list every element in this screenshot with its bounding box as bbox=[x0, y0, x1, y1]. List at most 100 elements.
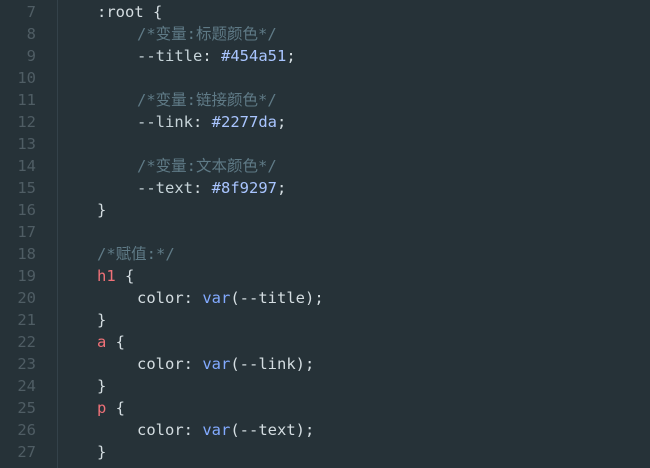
code-token: ; bbox=[277, 179, 287, 197]
code-line[interactable]: 15 --text: #8f9297; bbox=[0, 177, 650, 199]
line-number: 26 bbox=[17, 421, 36, 439]
line-number: 21 bbox=[17, 311, 36, 329]
code-token: { bbox=[106, 333, 126, 351]
code-line[interactable]: 11 /*变量:链接颜色*/ bbox=[0, 89, 650, 111]
code-line[interactable]: 14 /*变量:文本颜色*/ bbox=[0, 155, 650, 177]
line-number: 17 bbox=[17, 223, 36, 241]
code-line[interactable]: 25 p { bbox=[0, 397, 650, 419]
code-line[interactable]: 27} bbox=[0, 441, 650, 463]
code-token: { bbox=[106, 399, 126, 417]
code-token: var bbox=[202, 289, 231, 307]
code-token: ; bbox=[286, 47, 296, 65]
code-text[interactable]: /*赋值:*/ bbox=[97, 243, 175, 265]
code-text[interactable]: --text: #8f9297; bbox=[137, 177, 286, 199]
code-line[interactable]: 24} bbox=[0, 375, 650, 397]
code-line[interactable]: 9 --title: #454a51; bbox=[0, 45, 650, 67]
line-number: 22 bbox=[17, 333, 36, 351]
code-line[interactable]: 8 /*变量:标题颜色*/ bbox=[0, 23, 650, 45]
code-text[interactable]: } bbox=[97, 441, 106, 463]
code-line[interactable]: 13 bbox=[0, 133, 650, 155]
code-token: : bbox=[193, 113, 212, 131]
code-text[interactable]: --link: #2277da; bbox=[137, 111, 286, 133]
code-token: { bbox=[153, 3, 163, 21]
code-line[interactable]: 23 color: var(--link); bbox=[0, 353, 650, 375]
code-token: /*赋值:*/ bbox=[97, 245, 175, 263]
code-token: } bbox=[97, 201, 107, 219]
line-number: 16 bbox=[17, 201, 36, 219]
line-number: 15 bbox=[17, 179, 36, 197]
code-text[interactable]: --title: #454a51; bbox=[137, 45, 296, 67]
line-number: 24 bbox=[17, 377, 36, 395]
code-token: var bbox=[202, 355, 231, 373]
code-line[interactable]: 17 bbox=[0, 221, 650, 243]
code-text[interactable]: } bbox=[97, 375, 106, 397]
code-token: --text bbox=[137, 179, 193, 197]
code-token: { bbox=[115, 267, 135, 285]
code-token: : bbox=[183, 355, 203, 373]
code-token: /*变量:标题颜色*/ bbox=[137, 25, 277, 43]
line-number: 23 bbox=[17, 355, 36, 373]
code-line[interactable]: 21} bbox=[0, 309, 650, 331]
line-number: 9 bbox=[26, 47, 36, 65]
line-number: 12 bbox=[17, 113, 36, 131]
code-token: : bbox=[202, 47, 221, 65]
code-token: } bbox=[97, 311, 107, 329]
code-token: } bbox=[97, 377, 107, 395]
code-text[interactable]: color: var(--link); bbox=[137, 353, 314, 375]
code-token: : bbox=[183, 289, 203, 307]
code-text[interactable]: } bbox=[97, 309, 106, 331]
line-number: 10 bbox=[17, 69, 36, 87]
line-number: 18 bbox=[17, 245, 36, 263]
line-number: 8 bbox=[26, 25, 36, 43]
code-token: h1 bbox=[97, 267, 116, 285]
code-token: : bbox=[183, 421, 203, 439]
code-line[interactable]: 20 color: var(--title); bbox=[0, 287, 650, 309]
line-number: 14 bbox=[17, 157, 36, 175]
code-token: --title bbox=[137, 47, 203, 65]
code-token: color bbox=[137, 355, 184, 373]
code-token: (--text); bbox=[230, 421, 315, 439]
line-number: 25 bbox=[17, 399, 36, 417]
code-token: :root bbox=[97, 3, 153, 21]
line-number: 13 bbox=[17, 135, 36, 153]
code-token: #8f9297 bbox=[211, 179, 277, 197]
line-number: 19 bbox=[17, 267, 36, 285]
code-text[interactable]: /*变量:文本颜色*/ bbox=[137, 155, 277, 177]
code-token: /*变量:文本颜色*/ bbox=[137, 157, 277, 175]
code-line[interactable]: 26 color: var(--text); bbox=[0, 419, 650, 441]
code-token: /*变量:链接颜色*/ bbox=[137, 91, 277, 109]
code-token: (--link); bbox=[230, 355, 315, 373]
code-text[interactable]: color: var(--title); bbox=[137, 287, 324, 309]
line-number: 7 bbox=[26, 3, 36, 21]
code-token: p bbox=[97, 399, 107, 417]
code-text[interactable]: :root { bbox=[97, 1, 162, 23]
code-token: var bbox=[202, 421, 231, 439]
code-token: a bbox=[97, 333, 107, 351]
code-line[interactable]: 12 --link: #2277da; bbox=[0, 111, 650, 133]
code-token: --link bbox=[137, 113, 193, 131]
code-line[interactable]: 16} bbox=[0, 199, 650, 221]
code-token: } bbox=[97, 443, 107, 461]
line-number: 27 bbox=[17, 443, 36, 461]
code-text[interactable]: h1 { bbox=[97, 265, 134, 287]
code-token: ; bbox=[277, 113, 287, 131]
code-line[interactable]: 7 :root { bbox=[0, 1, 650, 23]
code-text[interactable]: p { bbox=[97, 397, 125, 419]
code-text[interactable]: } bbox=[97, 199, 106, 221]
code-token: color bbox=[137, 421, 184, 439]
code-text[interactable]: /*变量:标题颜色*/ bbox=[137, 23, 277, 45]
code-line[interactable]: 22 a { bbox=[0, 331, 650, 353]
code-line[interactable]: 19 h1 { bbox=[0, 265, 650, 287]
line-number: 11 bbox=[17, 91, 36, 109]
code-token: : bbox=[193, 179, 212, 197]
code-token: #2277da bbox=[211, 113, 277, 131]
code-text[interactable]: /*变量:链接颜色*/ bbox=[137, 89, 277, 111]
code-token: color bbox=[137, 289, 184, 307]
code-text[interactable]: color: var(--text); bbox=[137, 419, 314, 441]
code-line[interactable]: 10 bbox=[0, 67, 650, 89]
code-text[interactable]: a { bbox=[97, 331, 125, 353]
code-token: (--title); bbox=[230, 289, 324, 307]
code-editor[interactable]: 7:root {8/*变量:标题颜色*/9 --title: #454a51; 10… bbox=[0, 0, 650, 468]
line-number: 20 bbox=[17, 289, 36, 307]
code-line[interactable]: 18 /*赋值:*/ bbox=[0, 243, 650, 265]
